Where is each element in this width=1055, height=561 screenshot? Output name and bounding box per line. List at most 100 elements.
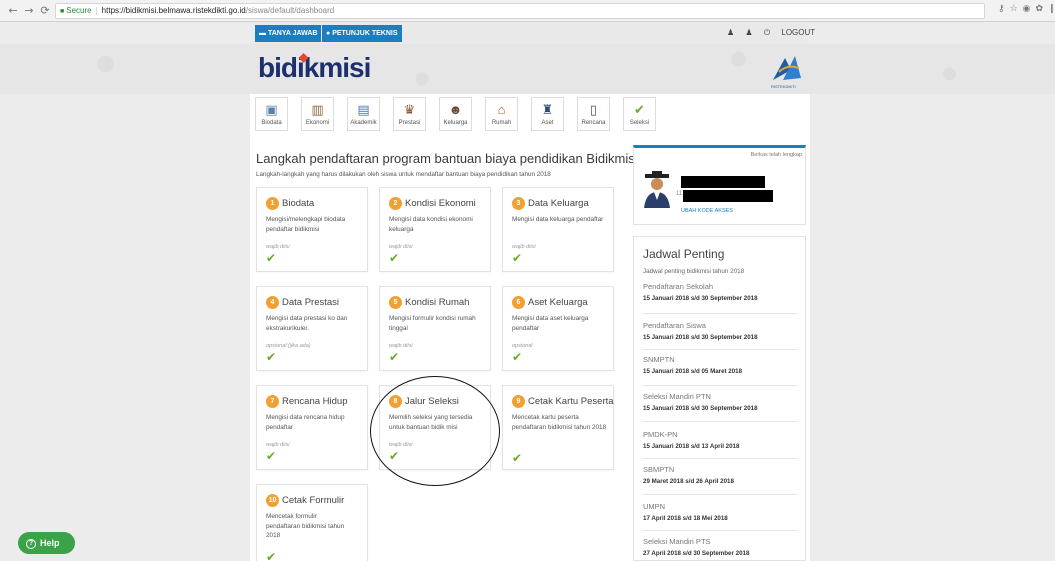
step-number-badge: 3 bbox=[512, 197, 525, 210]
highlight-circle bbox=[370, 376, 500, 486]
schedule-panel: Jadwal Penting Jadwal penting bidikmisi … bbox=[633, 236, 806, 561]
schedule-item: SBMPTN 29 Maret 2018 s/d 26 April 2018 bbox=[643, 465, 797, 485]
url-path: /siswa/default/dashboard bbox=[245, 6, 335, 15]
secure-label: Secure bbox=[66, 6, 92, 15]
divider bbox=[643, 458, 797, 459]
step-card-rencana-hidup[interactable]: 7 Rencana Hidup Mengisi data rencana hid… bbox=[256, 385, 368, 470]
schedule-item-date: 15 Januari 2018 s/d 13 April 2018 bbox=[643, 443, 740, 450]
schedule-item-date: 27 April 2018 s/d 30 September 2018 bbox=[643, 550, 750, 557]
step-card-kondisi-ekonomi[interactable]: 2 Kondisi Ekonomi Mengisi data kondisi e… bbox=[379, 187, 491, 272]
step-card-data-prestasi[interactable]: 4 Data Prestasi Mengisi data prestasi ko… bbox=[256, 286, 368, 371]
participant-number: 11 bbox=[676, 191, 683, 197]
logo-text: bidikmisi bbox=[258, 52, 371, 83]
menu-label: Prestasi bbox=[398, 120, 421, 126]
menu-label: Ekonomi bbox=[305, 120, 330, 126]
divider bbox=[643, 385, 797, 386]
menu-label: Akademik bbox=[350, 120, 377, 126]
guide-button[interactable]: ● PETUNJUK TEKNIS bbox=[322, 25, 402, 42]
menu-item-biodata[interactable]: ▣ Biodata bbox=[255, 97, 288, 131]
step-card-aset-keluarga[interactable]: 6 Aset Keluarga Mengisi data aset keluar… bbox=[502, 286, 614, 371]
menu-item-ekonomi[interactable]: ▥ Ekonomi bbox=[301, 97, 334, 131]
step-title: Data Keluarga bbox=[528, 198, 589, 209]
step-description: Mengisi data rencana hidup pendaftar bbox=[266, 414, 345, 431]
menu-label: Aset bbox=[541, 120, 554, 126]
checkmark-icon: ✔ bbox=[512, 451, 523, 465]
logout-button[interactable]: ⏻ LOGOUT bbox=[764, 28, 824, 37]
user-controls: ♟ ♟ ⏻ LOGOUT bbox=[727, 28, 833, 38]
step-description: Mengisi/melengkapi biodata pendaftar bid… bbox=[266, 216, 346, 233]
extension-icon-2[interactable]: ✿ bbox=[1036, 4, 1049, 14]
schedule-item-name: UMPN bbox=[643, 502, 666, 511]
lock-icon: ■ bbox=[60, 8, 65, 15]
step-status: wajib diisi bbox=[389, 244, 413, 250]
reload-icon[interactable]: ⟳ bbox=[38, 4, 52, 18]
power-icon: ⏻ bbox=[763, 28, 773, 37]
question-circle-icon: ? bbox=[26, 538, 36, 549]
user-icon[interactable]: ♟ bbox=[745, 28, 752, 37]
menu-item-rencana[interactable]: ▯ Rencana bbox=[577, 97, 610, 131]
address-bar[interactable]: ■ Secure | https://bidikmisi.belmawa.ristek… bbox=[55, 3, 985, 19]
step-card-data-keluarga[interactable]: 3 Data Keluarga Mengisi data keluarga pe… bbox=[502, 187, 614, 272]
schedule-item-date: 17 April 2018 s/d 18 Mei 2018 bbox=[643, 515, 728, 522]
divider bbox=[643, 313, 797, 314]
schedule-item: Pendaftaran Siswa 15 Januari 2018 s/d 30… bbox=[643, 321, 797, 341]
schedule-item-name: PMDK-PN bbox=[643, 430, 678, 439]
step-card-cetak-kartu-peserta[interactable]: 9 Cetak Kartu Peserta Mencetak kartu pes… bbox=[502, 385, 614, 470]
menu-item-keluarga[interactable]: ☻ Keluarga bbox=[439, 97, 472, 131]
schedule-title: Jadwal Penting bbox=[643, 247, 725, 261]
schedule-item: Seleksi Mandiri PTS 27 April 2018 s/d 30… bbox=[643, 537, 797, 557]
change-access-code-link[interactable]: UBAH KODE AKSES bbox=[681, 208, 733, 214]
address-separator: | bbox=[95, 6, 98, 15]
step-description: Mengisi data keluarga pendaftar bbox=[512, 216, 604, 223]
bottle-icon: ♜ bbox=[541, 102, 554, 117]
step-number-badge: 5 bbox=[389, 296, 402, 309]
step-card-kondisi-rumah[interactable]: 5 Kondisi Rumah Mengisi formulir kondisi… bbox=[379, 286, 491, 371]
menu-item-aset[interactable]: ♜ Aset bbox=[531, 97, 564, 131]
schedule-item-name: Pendaftaran Sekolah bbox=[643, 282, 714, 291]
extension-icon[interactable]: ◉ bbox=[1023, 4, 1036, 14]
page-subtitle: Langkah-langkah yang harus dilakukan ole… bbox=[256, 171, 551, 178]
schedule-item-name: Seleksi Mandiri PTN bbox=[643, 392, 711, 401]
step-title: Rencana Hidup bbox=[282, 396, 348, 407]
step-number-badge: 10 bbox=[266, 494, 279, 507]
menu-item-seleksi[interactable]: ✔ Seleksi bbox=[623, 97, 656, 131]
faq-button[interactable]: ▬ TANYA JAWAB bbox=[255, 25, 322, 42]
key-icon[interactable]: ⚷ bbox=[998, 4, 1010, 14]
back-arrow-icon[interactable]: ← bbox=[6, 4, 20, 18]
step-title: Data Prestasi bbox=[282, 297, 340, 308]
help-button[interactable]: ? Help bbox=[18, 532, 75, 554]
menu-item-akademik[interactable]: ▤ Akademik bbox=[347, 97, 380, 131]
profile-icon[interactable]: ❙ bbox=[1048, 4, 1055, 14]
step-card-biodata[interactable]: 1 Biodata Mengisi/melengkapi biodata pen… bbox=[256, 187, 368, 272]
checkmark-icon: ✔ bbox=[266, 251, 277, 265]
step-description: Mengisi data aset keluarga pendaftar bbox=[512, 315, 589, 332]
logout-label: LOGOUT bbox=[781, 28, 816, 37]
forward-arrow-icon[interactable]: → bbox=[22, 4, 36, 18]
step-status: wajib diisi bbox=[266, 442, 290, 448]
step-number-badge: 2 bbox=[389, 197, 402, 210]
bidikmisi-logo[interactable]: bidikmisi ◆ bbox=[258, 50, 371, 84]
schedule-item-name: SBMPTN bbox=[643, 465, 675, 474]
menu-item-prestasi[interactable]: ♛ Prestasi bbox=[393, 97, 426, 131]
browser-toolbar: ← → ⟳ ■ Secure | https://bidikmisi.belmawa.… bbox=[0, 0, 1055, 22]
logo-accent-icon: ◆ bbox=[299, 50, 308, 64]
checkmark-icon: ✔ bbox=[512, 251, 523, 265]
bell-icon[interactable]: ♟ bbox=[727, 28, 734, 37]
schedule-item-date: 15 Januari 2018 s/d 30 September 2018 bbox=[643, 405, 758, 412]
divider bbox=[643, 421, 797, 422]
schedule-item-name: SNMPTN bbox=[643, 355, 675, 364]
checkmark-icon: ✔ bbox=[266, 350, 277, 364]
step-description: Mencetak kartu peserta pendaftaran bidik… bbox=[512, 414, 607, 431]
step-card-cetak-formulir[interactable]: 10 Cetak Formulir Mencetak formulir pend… bbox=[256, 484, 368, 561]
star-icon[interactable]: ☆ bbox=[1010, 4, 1023, 14]
divider bbox=[643, 349, 797, 350]
step-status: wajib diisi bbox=[266, 244, 290, 250]
graduate-avatar-icon bbox=[644, 171, 670, 208]
step-number-badge: 6 bbox=[512, 296, 525, 309]
menu-item-rumah[interactable]: ⌂ Rumah bbox=[485, 97, 518, 131]
step-status: wajib diisi bbox=[512, 244, 536, 250]
guide-label: PETUNJUK TEKNIS bbox=[332, 30, 398, 37]
checkmark-icon: ✔ bbox=[266, 550, 277, 561]
checkmark-icon: ✔ bbox=[266, 449, 277, 463]
menu-label: Keluarga bbox=[443, 120, 468, 126]
